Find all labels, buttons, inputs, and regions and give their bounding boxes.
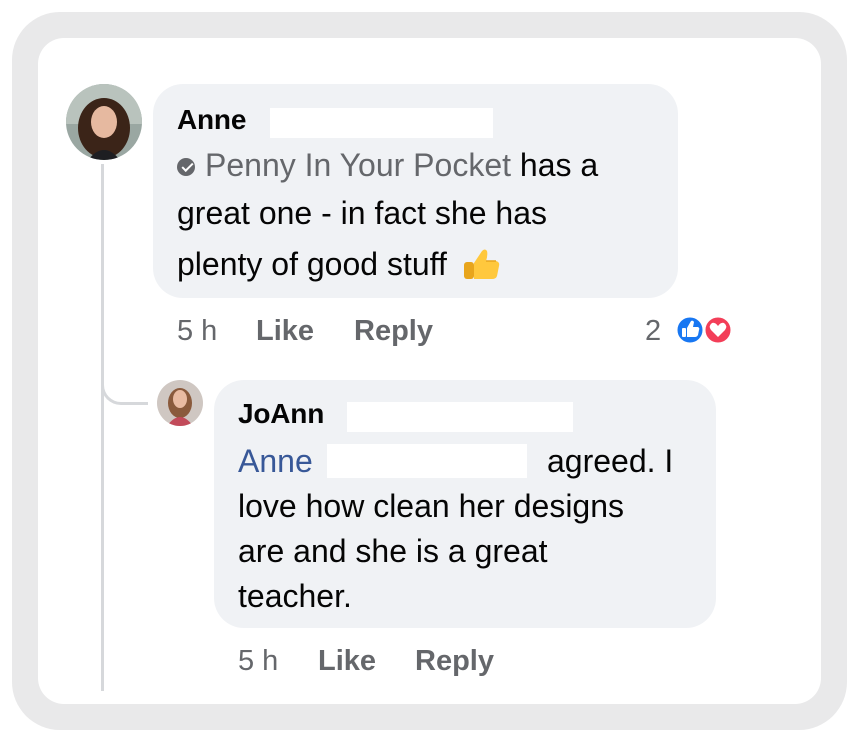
comment-text-line: are and she is a great bbox=[238, 533, 548, 569]
thumbs-up-icon bbox=[462, 247, 502, 281]
comment-time[interactable]: 5 h bbox=[177, 315, 217, 347]
reply-button[interactable]: Reply bbox=[415, 645, 494, 678]
thread-line bbox=[101, 164, 104, 691]
comment-meta: 5 h bbox=[238, 645, 278, 678]
page-check-icon bbox=[177, 158, 195, 176]
comment-meta: 5 h bbox=[177, 315, 217, 348]
avatar[interactable] bbox=[157, 380, 203, 426]
reaction-count[interactable]: 2 bbox=[645, 315, 661, 348]
reactions-summary[interactable] bbox=[673, 314, 737, 346]
comment-author[interactable]: JoAnn bbox=[238, 398, 324, 430]
comment-text-line: plenty of good stuff bbox=[177, 246, 502, 283]
comment-text-line: love how clean her designs bbox=[238, 488, 625, 524]
comment-text-line: teacher. bbox=[238, 578, 352, 614]
like-button[interactable]: Like bbox=[256, 315, 314, 348]
comment-text-line: Penny In Your Pocket has a bbox=[177, 147, 598, 184]
user-mention[interactable]: Anne bbox=[238, 443, 313, 479]
comment-text-line: great one - in fact she has bbox=[177, 195, 547, 231]
comment-time[interactable]: 5 h bbox=[238, 645, 278, 677]
redaction-box bbox=[327, 444, 527, 478]
avatar[interactable] bbox=[66, 84, 142, 160]
reply-button[interactable]: Reply bbox=[354, 315, 433, 348]
like-button[interactable]: Like bbox=[318, 645, 376, 678]
comment-text-line: agreed. I bbox=[547, 443, 674, 479]
redaction-box bbox=[347, 402, 573, 432]
love-icon bbox=[702, 314, 734, 346]
like-icon bbox=[674, 314, 706, 346]
comment-author[interactable]: Anne bbox=[177, 104, 246, 136]
redaction-box bbox=[270, 108, 493, 138]
thread-connector bbox=[101, 368, 148, 405]
page-mention[interactable]: Penny In Your Pocket bbox=[177, 147, 511, 183]
comment-text-line: Anne bbox=[238, 443, 313, 480]
